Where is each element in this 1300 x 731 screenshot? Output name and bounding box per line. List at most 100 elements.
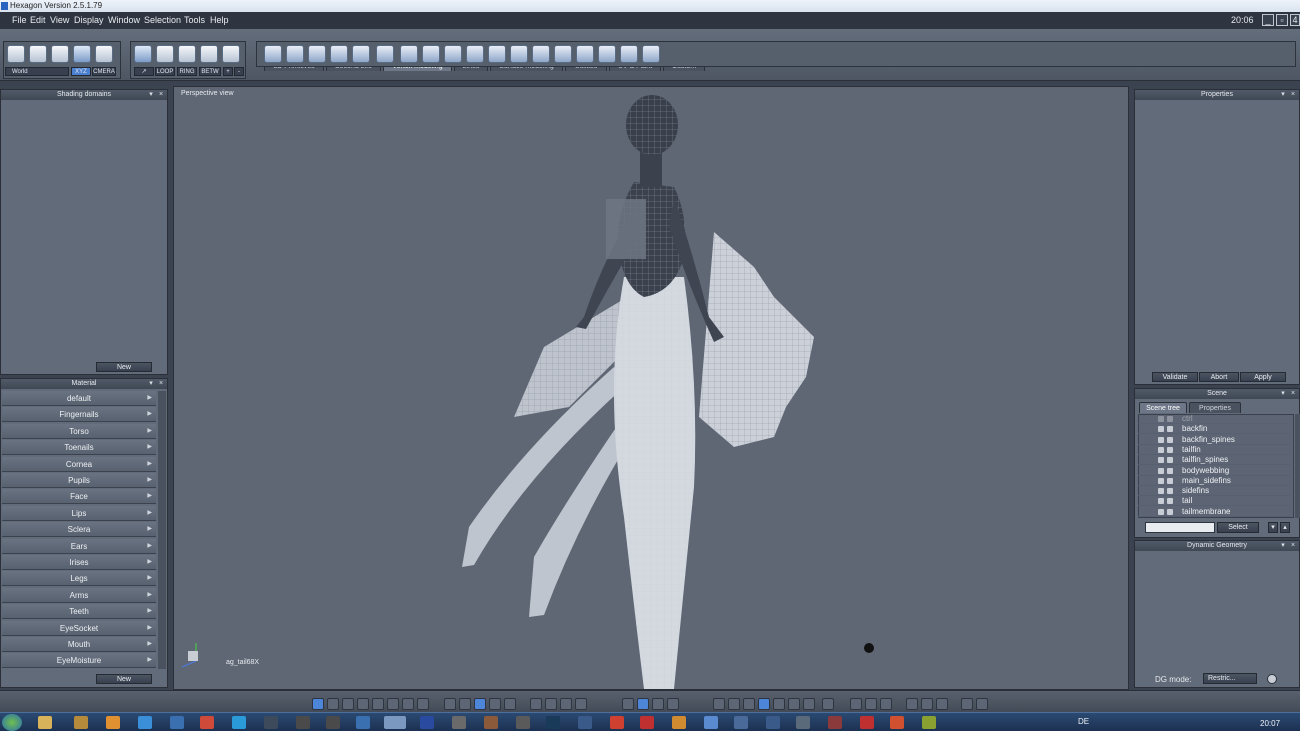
scene-tree-item[interactable]: tailfin (1138, 445, 1290, 455)
material-item[interactable]: Irises ▶ (2, 555, 156, 570)
chrome-icon[interactable] (200, 716, 214, 729)
scene-tree-item[interactable]: main_sidefins (1138, 476, 1290, 486)
lock-icon[interactable] (1167, 498, 1173, 505)
vertical-split-icon[interactable] (417, 698, 429, 710)
scene-tree-item[interactable]: sidefins (1138, 486, 1290, 497)
ie-icon[interactable] (138, 716, 152, 729)
cut-icon[interactable] (422, 45, 440, 63)
scene-tree-item[interactable]: tailfin_spines (1138, 455, 1290, 466)
scene-tree-item[interactable]: backfin (1138, 424, 1290, 435)
expand-arrow-icon[interactable]: ▶ (147, 604, 152, 619)
lock-icon[interactable] (1167, 426, 1173, 433)
app10-icon[interactable] (672, 716, 686, 729)
menu-tools[interactable]: Tools (184, 15, 205, 25)
visibility-icon[interactable] (1158, 508, 1164, 515)
zoom-fit-icon[interactable] (545, 698, 557, 710)
extrude-along-icon[interactable] (286, 45, 304, 63)
coordinate-mode-select[interactable]: World (5, 67, 69, 76)
material-scrollbar[interactable] (158, 391, 166, 669)
scene-tree-item[interactable]: ctrl (1138, 414, 1290, 424)
expand-arrow-icon[interactable]: ▶ (147, 391, 152, 406)
material-item[interactable]: Pupils ▶ (2, 473, 156, 488)
select-brush-icon[interactable] (51, 45, 69, 63)
restore-button[interactable]: ▫ (1276, 14, 1288, 26)
loop-slice-icon[interactable] (400, 45, 418, 63)
visibility-icon[interactable] (1158, 426, 1164, 433)
material-item[interactable]: Torso ▶ (2, 423, 156, 439)
material-item[interactable]: Cornea ▶ (2, 456, 156, 472)
smooth-icon[interactable] (554, 45, 572, 63)
light3-icon[interactable] (880, 698, 892, 710)
bridge-icon[interactable] (444, 45, 462, 63)
lock-icon[interactable] (1167, 416, 1173, 422)
close-icon[interactable]: × (157, 91, 165, 99)
app3-icon[interactable] (264, 716, 278, 729)
select-arrow-icon[interactable]: ↗ (134, 67, 154, 76)
expand-arrow-icon[interactable]: ▶ (147, 621, 152, 636)
material-item[interactable]: Legs ▶ (2, 571, 156, 587)
expand-arrow-icon[interactable]: ▶ (147, 637, 152, 652)
visibility-icon[interactable] (1158, 416, 1164, 422)
tessellate-icon[interactable] (376, 45, 394, 63)
lock-icon[interactable] (1167, 467, 1173, 474)
menu-selection[interactable]: Selection (144, 15, 181, 25)
dock-icon[interactable]: ▾ (147, 91, 155, 99)
shading-wire-icon[interactable] (713, 698, 725, 710)
visibility-icon[interactable] (1158, 457, 1164, 464)
dock-icon[interactable]: ▾ (147, 380, 155, 388)
app8-icon[interactable] (578, 716, 592, 729)
abort-button[interactable]: Abort (1199, 372, 1239, 382)
expand-arrow-icon[interactable]: ▶ (147, 440, 152, 455)
app4-icon[interactable] (356, 716, 370, 729)
lock-icon[interactable] (1167, 488, 1173, 495)
start-button-icon[interactable] (2, 714, 22, 731)
material-item[interactable]: Face ▶ (2, 489, 156, 505)
visibility-icon[interactable] (1158, 436, 1164, 443)
layout2-view-icon[interactable] (387, 698, 399, 710)
validate-button[interactable]: Validate (1152, 372, 1198, 382)
magnet-icon[interactable] (95, 45, 113, 63)
scene-tree-item[interactable]: tailmembrane (1138, 507, 1290, 517)
visibility-icon[interactable] (1158, 488, 1164, 495)
render3-icon[interactable] (936, 698, 948, 710)
menu-display[interactable]: Display (74, 15, 104, 25)
app2-icon[interactable] (170, 716, 184, 729)
close-icon[interactable]: × (1289, 91, 1297, 99)
horizontal-split-icon[interactable] (402, 698, 414, 710)
move-icon[interactable] (637, 698, 649, 710)
word-icon[interactable] (420, 716, 434, 729)
split-view-icon[interactable] (342, 698, 354, 710)
app17-icon[interactable] (922, 716, 936, 729)
snap-icon[interactable] (459, 698, 471, 710)
apply-button[interactable]: Apply (1240, 372, 1286, 382)
layout-view-icon[interactable] (372, 698, 384, 710)
app5-icon[interactable] (452, 716, 466, 729)
select-point-icon[interactable] (7, 45, 25, 63)
material-item[interactable]: Lips ▶ (2, 505, 156, 521)
lock-icon[interactable] (1167, 457, 1173, 464)
scale-icon[interactable] (667, 698, 679, 710)
rotate-icon[interactable] (652, 698, 664, 710)
expand-arrow-icon[interactable]: ▶ (147, 407, 152, 422)
grid-icon[interactable] (444, 698, 456, 710)
material-item[interactable]: Ears ▶ (2, 538, 156, 554)
material-item[interactable]: EyeSocket ▶ (2, 620, 156, 636)
dock-icon[interactable]: ▾ (1279, 542, 1287, 550)
zoom-icon[interactable] (560, 698, 572, 710)
eye-icon[interactable] (575, 698, 587, 710)
menu-edit[interactable]: Edit (30, 15, 46, 25)
weld-icon[interactable] (466, 45, 484, 63)
dock-icon[interactable]: ▾ (1279, 91, 1287, 99)
material-item[interactable]: Toenails ▶ (2, 440, 156, 456)
expand-arrow-icon[interactable]: ▶ (147, 539, 152, 554)
auto-mode-icon[interactable] (222, 45, 240, 63)
select-button[interactable]: Select (1217, 522, 1259, 533)
minimize-button[interactable]: _ (1262, 14, 1274, 26)
expand-arrow-icon[interactable]: ▶ (147, 506, 152, 521)
visibility-icon[interactable] (1158, 477, 1164, 484)
symmetry-icon[interactable] (532, 45, 550, 63)
face-mode-icon[interactable] (156, 45, 174, 63)
chamfer-icon[interactable] (352, 45, 370, 63)
shading-white-icon[interactable] (822, 698, 834, 710)
material-item[interactable]: Mouth ▶ (2, 637, 156, 652)
